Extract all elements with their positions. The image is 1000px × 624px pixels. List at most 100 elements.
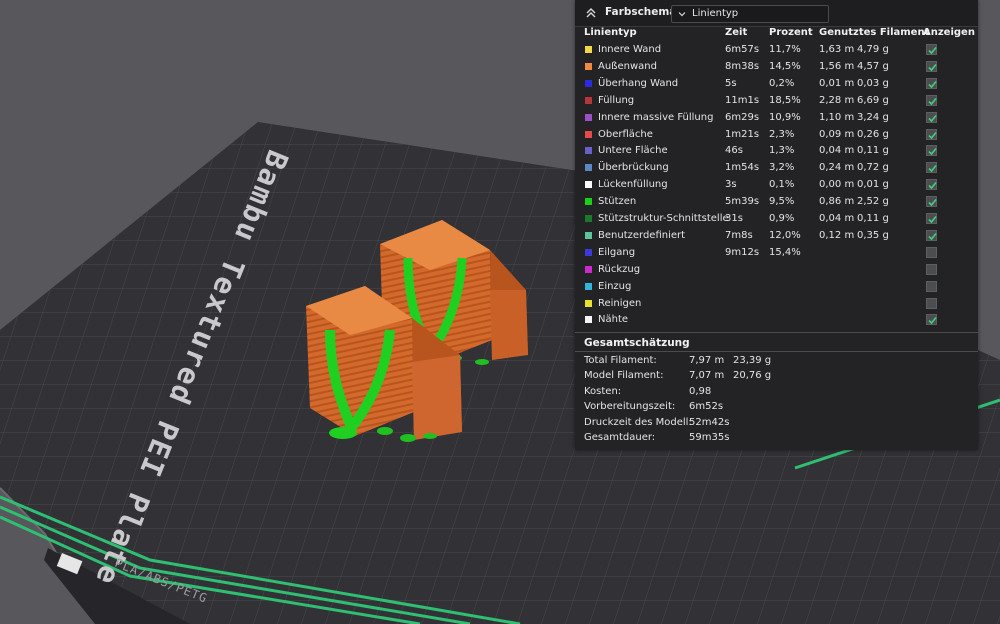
estimate-value: 7,97 m (689, 355, 725, 366)
check-icon (928, 46, 937, 55)
legend-row: Reinigen (575, 296, 978, 313)
show-checkbox[interactable] (926, 111, 937, 123)
color-swatch (585, 215, 592, 222)
color-swatch (585, 130, 592, 138)
show-checkbox[interactable] (926, 229, 937, 241)
line-length: 2,28 m (819, 94, 855, 106)
line-time: 6m57s (725, 44, 760, 55)
legend-row: Nähte (575, 312, 978, 329)
check-icon (928, 317, 937, 325)
check-icon (928, 215, 937, 224)
legend-row: Oberfläche 1m21s 2,3% 0,09 m 0,26 g (575, 127, 978, 144)
check-icon (928, 97, 937, 105)
line-time: 5s (725, 77, 737, 89)
line-type-name: Rückzug (598, 263, 641, 275)
check-icon (928, 199, 937, 207)
show-checkbox[interactable] (926, 263, 937, 275)
show-checkbox[interactable] (926, 94, 937, 106)
line-type-name: Stützen (598, 196, 637, 208)
line-type-name: Innere Wand (598, 44, 662, 55)
line-time: 8m38s (725, 60, 760, 72)
legend-header: Farbschema Linientyp (575, 0, 978, 27)
line-weight: 4,57 g (857, 60, 889, 72)
line-percent: 10,9% (769, 111, 801, 123)
legend-row: Stützstruktur-Schnittstelle 31s 0,9% 0,04 m… (575, 211, 978, 228)
color-swatch (585, 96, 592, 104)
color-swatch (585, 147, 592, 155)
color-swatch (585, 79, 592, 87)
line-type-name: Oberfläche (598, 128, 653, 140)
column-header-percent: Prozent (769, 27, 813, 38)
column-header-filament: Genutztes Filament (819, 27, 930, 38)
show-checkbox[interactable] (926, 179, 937, 191)
color-swatch (585, 62, 592, 70)
line-length: 0,86 m (819, 196, 855, 208)
line-type-name: Außenwand (598, 60, 657, 72)
line-percent: 0,9% (769, 213, 795, 224)
line-percent: 14,5% (769, 60, 801, 72)
show-checkbox[interactable] (926, 162, 937, 174)
line-weight: 0,03 g (857, 77, 889, 89)
show-checkbox[interactable] (926, 280, 937, 292)
line-weight: 0,11 g (857, 145, 889, 157)
show-checkbox[interactable] (926, 60, 937, 72)
estimate-value-secondary: 23,39 g (733, 355, 772, 366)
color-swatch (585, 316, 592, 324)
show-checkbox[interactable] (926, 213, 937, 224)
show-checkbox[interactable] (926, 77, 937, 89)
line-length: 0,12 m (819, 229, 855, 241)
line-type-name: Benutzerdefiniert (598, 229, 686, 241)
estimate-value: 0,98 (689, 385, 712, 397)
line-weight: 0,01 g (857, 179, 889, 191)
show-checkbox[interactable] (926, 314, 937, 326)
line-type-name: Untere Fläche (598, 145, 668, 157)
estimate-title: Gesamtschätzung (584, 337, 690, 349)
line-length: 0,09 m (819, 128, 855, 140)
line-time: 1m21s (725, 128, 760, 140)
estimate-label: Gesamtdauer: (584, 432, 656, 443)
legend-row: Füllung 11m1s 18,5% 2,28 m 6,69 g (575, 93, 978, 110)
show-checkbox[interactable] (926, 44, 937, 55)
legend-row: Benutzerdefiniert 7m8s 12,0% 0,12 m 0,35 g (575, 228, 978, 245)
line-type-name: Lückenfüllung (598, 179, 668, 191)
line-time: 9m12s (725, 246, 760, 258)
color-swatch (585, 198, 592, 206)
estimate-label: Total Filament: (584, 355, 657, 366)
estimate-label: Vorbereitungszeit: (584, 401, 676, 413)
check-icon (928, 148, 937, 156)
legend-row: Stützen 5m39s 9,5% 0,86 m 2,52 g (575, 194, 978, 211)
show-checkbox[interactable] (926, 128, 937, 140)
line-time: 5m39s (725, 196, 760, 208)
show-checkbox[interactable] (926, 246, 937, 258)
line-time: 3s (725, 179, 737, 191)
show-checkbox[interactable] (926, 145, 937, 157)
collapse-icon[interactable] (584, 6, 598, 20)
line-type-name: Innere massive Füllung (598, 111, 714, 123)
line-weight: 4,79 g (857, 44, 889, 55)
estimate-row: Gesamtdauer: 59m35s (575, 431, 978, 446)
color-swatch (585, 181, 592, 189)
line-percent: 3,2% (769, 162, 795, 174)
divider (575, 332, 978, 333)
legend-row: Innere massive Füllung 6m29s 10,9% 1,10 m 3,… (575, 110, 978, 127)
line-percent: 12,0% (769, 229, 801, 241)
estimate-value-secondary: 20,76 g (733, 370, 772, 382)
line-length: 0,24 m (819, 162, 855, 174)
legend-row: Außenwand 8m38s 14,5% 1,56 m 4,57 g (575, 59, 978, 76)
view-type-select[interactable]: Linientyp (671, 5, 829, 23)
line-length: 0,00 m (819, 179, 855, 191)
show-checkbox[interactable] (926, 297, 937, 309)
line-weight: 0,35 g (857, 229, 889, 241)
estimate-label: Model Filament: (584, 370, 664, 382)
check-icon (928, 63, 937, 72)
line-type-name: Eilgang (598, 246, 636, 258)
check-icon (928, 131, 937, 139)
color-swatch (585, 282, 592, 290)
estimate-row: Druckzeit des Modell: 52m42s (575, 416, 978, 431)
color-scheme-title: Farbschema (605, 6, 677, 18)
estimate-value: 52m42s (689, 416, 730, 428)
legend-row: Rückzug (575, 262, 978, 279)
color-swatch (585, 265, 592, 273)
line-weight: 0,26 g (857, 128, 889, 140)
show-checkbox[interactable] (926, 196, 937, 208)
